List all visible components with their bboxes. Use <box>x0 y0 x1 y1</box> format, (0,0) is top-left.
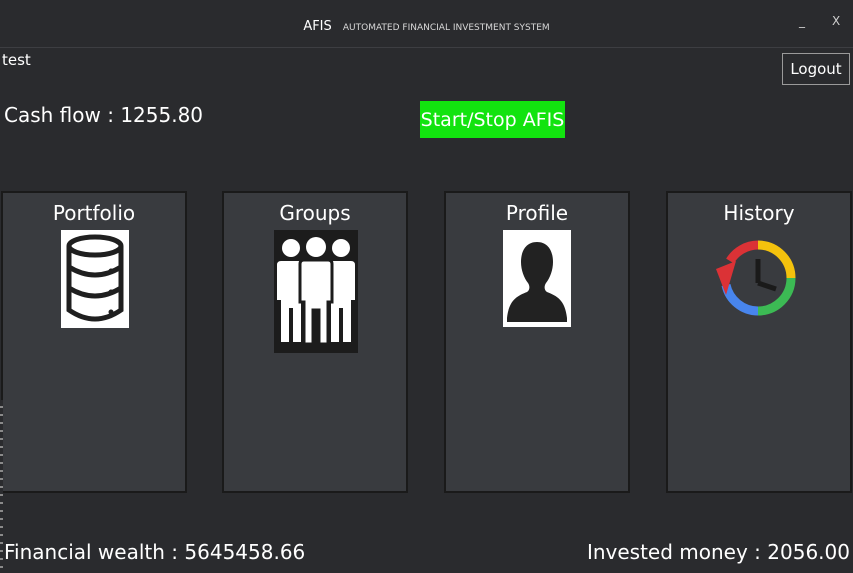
groups-tile[interactable]: Groups <box>222 191 408 493</box>
invested-money: Invested money : 2056.00 <box>587 540 850 564</box>
database-icon <box>61 230 129 328</box>
cash-flow-label: Cash flow : <box>4 103 114 127</box>
cash-flow-value: 1255.80 <box>120 103 204 127</box>
cash-flow: Cash flow : 1255.80 <box>4 103 203 127</box>
close-button[interactable]: X <box>832 14 840 28</box>
portfolio-label: Portfolio <box>52 201 136 225</box>
financial-wealth: Financial wealth : 5645458.66 <box>4 540 305 564</box>
history-clock-icon <box>716 240 796 316</box>
people-group-icon <box>274 230 358 353</box>
invested-money-label: Invested money : <box>586 540 761 564</box>
app-name: AFIS <box>303 19 332 34</box>
groups-label: Groups <box>279 201 351 225</box>
window-title: AFIS AUTOMATED FINANCIAL INVESTMENT SYST… <box>0 15 853 34</box>
title-bar: AFIS AUTOMATED FINANCIAL INVESTMENT SYST… <box>0 0 853 48</box>
history-label: History <box>723 201 795 225</box>
username-label: test <box>2 51 31 69</box>
minimize-button[interactable]: _ <box>799 14 805 28</box>
financial-wealth-label: Financial wealth : <box>4 540 179 564</box>
profile-label: Profile <box>505 201 569 225</box>
portfolio-tile[interactable]: Portfolio <box>1 191 187 493</box>
app-subtitle: AUTOMATED FINANCIAL INVESTMENT SYSTEM <box>342 23 550 33</box>
logout-button[interactable]: Logout <box>782 53 850 85</box>
profile-tile[interactable]: Profile <box>444 191 630 493</box>
invested-money-value: 2056.00 <box>767 540 850 564</box>
financial-wealth-value: 5645458.66 <box>184 540 306 564</box>
user-silhouette-icon <box>503 230 571 327</box>
start-stop-button[interactable]: Start/Stop AFIS <box>420 101 565 138</box>
window-edge <box>0 400 3 570</box>
history-tile[interactable]: History <box>666 191 852 493</box>
